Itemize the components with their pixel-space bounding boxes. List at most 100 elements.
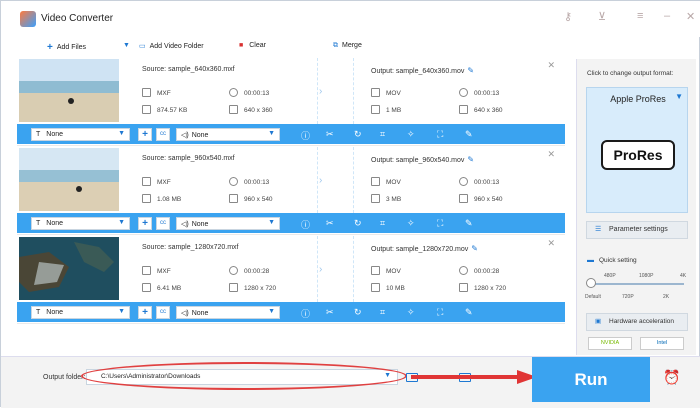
divider [317,58,318,124]
output-format-selector[interactable]: Apple ProRes ▼ ProRes [586,87,688,213]
add-files-dropdown-icon[interactable]: ▼ [123,42,130,49]
tick-2k: 2K [663,294,670,300]
audio-select[interactable]: ◁) None ▼ [176,217,280,230]
format-icon [371,88,380,97]
video-thumbnail[interactable] [19,237,119,300]
info-icon[interactable]: ⓘ [301,307,310,320]
edit-pencil-icon[interactable]: ✎ [467,66,474,75]
subtitle-select[interactable]: T None ▼ [31,128,130,141]
file-size-icon [142,105,151,114]
audio-select[interactable]: ◁) None ▼ [176,128,280,141]
watermark-icon[interactable]: ⛶ [437,307,443,318]
quick-setting-icon: ▬ [587,257,594,264]
watermark-icon[interactable]: ⛶ [437,129,443,140]
file-size-icon [371,105,380,114]
sliders-icon: ☰ [595,226,602,233]
file-size-icon [371,194,380,203]
video-thumbnail[interactable] [19,148,119,211]
edit-icon[interactable]: ✎ [465,218,473,229]
cart-icon[interactable]: ⊻ [598,10,606,23]
cc-icon[interactable]: cc [156,217,170,230]
speaker-icon: ◁) [181,221,189,228]
clear-button[interactable]: ■ Clear [239,42,266,49]
cut-icon[interactable]: ✂ [326,218,334,229]
video-thumbnail[interactable] [19,59,119,122]
cc-icon[interactable]: cc [156,306,170,319]
crop-icon[interactable]: ⌗ [380,218,385,229]
highlight-ellipse [81,362,407,390]
folder-plus-icon: ▭ [139,43,146,50]
remove-row-icon[interactable]: ✕ [547,149,555,160]
run-button[interactable]: Run [532,357,650,402]
menu-icon[interactable]: ≡ [637,10,643,22]
close-icon[interactable]: ✕ [686,10,695,23]
edit-pencil-icon[interactable]: ✎ [467,155,474,164]
plus-icon: + [47,42,53,53]
alarm-clock-icon[interactable]: ⏰ [663,369,680,386]
format-icon [371,266,380,275]
subtitle-select[interactable]: T None ▼ [31,306,130,319]
source-duration-value: 00:00:28 [244,268,270,275]
key-icon[interactable]: ⚷ [564,10,572,23]
edit-icon[interactable]: ✎ [465,307,473,318]
output-format: MOV [371,88,401,97]
format-icon [142,266,151,275]
chevron-down-icon: ▼ [675,92,683,101]
add-subtitle-button[interactable]: + [138,306,152,319]
remove-row-icon[interactable]: ✕ [547,60,555,71]
source-duration: 00:00:13 [229,177,269,186]
cut-icon[interactable]: ✂ [326,307,334,318]
parameter-settings-button[interactable]: ☰ Parameter settings [586,221,688,239]
cc-icon[interactable]: cc [156,128,170,141]
add-folder-button[interactable]: ▭ Add Video Folder [139,42,204,50]
quality-slider[interactable] [590,283,684,285]
add-subtitle-button[interactable]: + [138,128,152,141]
format-icon [142,88,151,97]
output-duration: 00:00:13 [459,177,499,186]
resolution-icon [459,194,468,203]
file-row-3: Source: sample_1280x720.mxf MXF 00:00:28… [17,236,565,324]
edit-pencil-icon[interactable]: ✎ [471,244,478,253]
convert-arrow-icon: › [319,264,323,275]
hardware-acceleration-button[interactable]: ▣ Hardware acceleration [586,313,688,331]
source-resolution: 640 x 360 [229,105,273,114]
subtitle-value: None [46,220,64,227]
add-files-button[interactable]: + Add Files [47,42,86,53]
remove-row-icon[interactable]: ✕ [547,238,555,249]
source-duration-value: 00:00:13 [244,90,270,97]
crop-icon[interactable]: ⌗ [380,307,385,318]
divider [353,147,354,213]
subtitle-select[interactable]: T None ▼ [31,217,130,230]
chip-icon: ▣ [595,318,602,325]
output-resolution: 640 x 360 [459,105,503,114]
divider [353,58,354,124]
audio-select[interactable]: ◁) None ▼ [176,306,280,319]
edit-icon[interactable]: ✎ [465,129,473,140]
effects-icon[interactable]: ✧ [407,218,415,229]
divider [317,147,318,213]
minimize-icon[interactable]: – [664,10,670,22]
format-hint: Click to change output format: [587,70,674,77]
format-icon [142,177,151,186]
effects-icon[interactable]: ✧ [407,129,415,140]
rotate-icon[interactable]: ↻ [354,129,362,140]
cut-icon[interactable]: ✂ [326,129,334,140]
clock-icon [229,88,238,97]
rotate-icon[interactable]: ↻ [354,218,362,229]
output-filename-text: Output: sample_960x540.mov [371,157,465,164]
output-format-value: MOV [386,268,401,275]
quality-slider-handle[interactable] [586,278,596,288]
audio-value: None [191,310,209,317]
add-subtitle-button[interactable]: + [138,217,152,230]
crop-icon[interactable]: ⌗ [380,129,385,140]
source-format-value: MXF [157,179,171,186]
output-resolution-value: 640 x 360 [474,107,503,114]
info-icon[interactable]: ⓘ [301,129,310,142]
info-icon[interactable]: ⓘ [301,218,310,231]
source-filename: Source: sample_960x540.mxf [142,155,235,162]
effects-icon[interactable]: ✧ [407,307,415,318]
output-resolution-value: 960 x 540 [474,196,503,203]
rotate-icon[interactable]: ↻ [354,307,362,318]
watermark-icon[interactable]: ⛶ [437,218,443,229]
merge-button[interactable]: ⧉ Merge [333,42,362,50]
